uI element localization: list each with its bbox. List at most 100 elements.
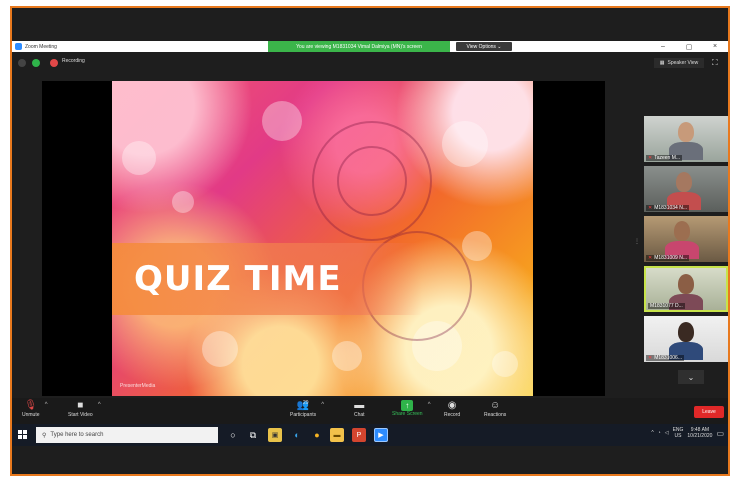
panel-resize-handle[interactable]: ⋮: [634, 238, 640, 248]
participants-button[interactable]: 👥 29 Participants ^: [290, 400, 324, 418]
reactions-button[interactable]: ☺ Reactions: [484, 400, 506, 418]
reactions-icon: ☺: [490, 400, 501, 411]
unmute-button[interactable]: 🎙 Unmute ^: [22, 400, 48, 418]
taskbar-search-box[interactable]: ⚲ Type here to search: [36, 427, 218, 443]
participant-name: M1831006...: [654, 355, 683, 361]
chrome-icon[interactable]: ●: [310, 428, 324, 442]
participant-name: Tazeen M...: [654, 155, 681, 161]
bokeh-circle: [442, 121, 488, 167]
participant-tile[interactable]: ✕ M1831006...: [644, 316, 728, 362]
meeting-info-icon[interactable]: [18, 59, 26, 67]
bokeh-circle: [122, 141, 156, 175]
screen-share-banner-text: You are viewing M1831034 Vimal Dalmiya (…: [296, 43, 422, 50]
window-title: Zoom Meeting: [25, 43, 57, 50]
chat-label: Chat: [354, 412, 365, 418]
view-options-button[interactable]: View Options ⌄: [456, 42, 512, 51]
maximize-button[interactable]: ▢: [678, 41, 700, 52]
slide-title: QUIZ TIME: [134, 259, 342, 299]
bokeh-circle: [492, 351, 518, 377]
grid-icon: ▦: [659, 60, 665, 66]
mic-muted-icon: 🎙: [24, 400, 38, 411]
participant-name-tag: ✕ M1831006...: [646, 355, 685, 361]
participant-head: [674, 221, 690, 241]
share-screen-icon: ↑: [401, 400, 414, 411]
windows-taskbar: ⚲ Type here to search ○ ⧉ ▣ ◐ ● ▬ P ▶ ^ …: [12, 424, 728, 446]
participant-name: M1831077 D...: [650, 303, 683, 309]
windows-start-icon[interactable]: [18, 430, 28, 440]
mic-muted-icon: ✕: [648, 355, 653, 361]
chevron-up-icon[interactable]: ^: [45, 402, 48, 408]
system-tray: ^ ◔ ◁ ENG US 9:48 AM 10/21/2020 ▭: [651, 427, 724, 439]
chevron-up-icon[interactable]: ^: [651, 430, 653, 436]
close-button[interactable]: ×: [704, 41, 726, 52]
share-screen-button[interactable]: ↑ Share Screen ^: [392, 400, 431, 417]
clock[interactable]: 9:48 AM 10/21/2020: [687, 427, 712, 439]
fullscreen-icon[interactable]: ⛶: [712, 58, 718, 68]
chevron-up-icon[interactable]: ^: [321, 402, 324, 408]
participant-name: M1831009 N...: [654, 255, 688, 261]
bottom-margin: [12, 446, 728, 474]
participant-head: [678, 274, 694, 294]
chevron-down-icon: ⌄: [687, 372, 695, 382]
speaker-view-button[interactable]: ▦ Speaker View: [654, 58, 704, 68]
powerpoint-icon[interactable]: P: [352, 428, 366, 442]
participant-name-tag: ✕ M1831009 N...: [646, 255, 690, 261]
cortana-icon[interactable]: ○: [226, 428, 240, 442]
start-video-button[interactable]: ■ Start Video ^: [68, 400, 101, 418]
chat-icon: ▬: [354, 400, 365, 411]
participant-name: M1831034 N...: [654, 205, 688, 211]
participant-tile[interactable]: ✕ M1831034 N...: [644, 166, 728, 212]
keyboard-region: US: [674, 433, 682, 439]
participant-tile-active-speaker[interactable]: M1831077 D...: [644, 266, 728, 312]
screenshot-frame: Zoom Meeting You are viewing M1831034 Vi…: [10, 6, 730, 476]
task-view-icon[interactable]: ⧉: [246, 428, 260, 442]
slide-credit: PresenterMedia: [120, 383, 156, 389]
clock-date: 10/21/2020: [687, 433, 713, 439]
record-icon: ◉: [447, 400, 457, 411]
search-icon: ⚲: [42, 432, 47, 439]
record-label: Record: [444, 412, 461, 418]
recording-label: Recording: [62, 58, 85, 64]
participant-head: [676, 172, 692, 192]
participants-count: 29: [303, 400, 309, 406]
start-video-label: Start Video: [68, 412, 93, 418]
paisley-swirl: [337, 146, 407, 216]
mic-muted-icon: ✕: [648, 255, 653, 261]
speaker-view-label: Speaker View: [667, 60, 699, 66]
network-icon[interactable]: ◔: [658, 430, 661, 436]
participant-tile[interactable]: ✕ Tazeen M...: [644, 116, 728, 162]
mic-muted-icon: ✕: [648, 155, 653, 161]
participant-tile[interactable]: ✕ M1831009 N...: [644, 216, 728, 262]
participant-name-tag: ✕ M1831034 N...: [646, 205, 690, 211]
meeting-top-bar: Recording ▦ Speaker View ⛶: [12, 54, 728, 72]
bokeh-circle: [462, 231, 492, 261]
shared-screen: QUIZ TIME PresenterMedia: [42, 81, 605, 396]
chevron-up-icon[interactable]: ^: [428, 402, 431, 408]
zoom-logo-icon: [15, 43, 22, 50]
edge-icon[interactable]: ◐: [290, 428, 304, 442]
language-indicator[interactable]: ENG US: [673, 427, 684, 439]
share-screen-label: Share Screen: [392, 411, 423, 417]
chat-button[interactable]: ▬ Chat: [354, 400, 365, 418]
participant-head: [678, 322, 694, 342]
participant-name-tag: ✕ Tazeen M...: [646, 155, 683, 161]
scroll-down-button[interactable]: ⌄: [678, 370, 704, 384]
video-camera-icon: ■: [77, 400, 84, 411]
notifications-icon[interactable]: ▭: [716, 429, 724, 438]
participants-label: Participants: [290, 412, 317, 418]
search-placeholder: Type here to search: [50, 432, 104, 438]
encryption-shield-icon[interactable]: [32, 59, 40, 67]
participant-name-tag: M1831077 D...: [648, 303, 685, 309]
store-icon[interactable]: ▣: [268, 428, 282, 442]
minimize-button[interactable]: –: [652, 41, 674, 52]
zoom-taskbar-icon[interactable]: ▶: [374, 428, 388, 442]
volume-icon[interactable]: ◁: [665, 430, 669, 436]
file-explorer-icon[interactable]: ▬: [330, 428, 344, 442]
view-options-label: View Options: [466, 43, 496, 50]
bokeh-circle: [202, 331, 238, 367]
leave-button[interactable]: Leave: [694, 406, 724, 418]
chevron-up-icon[interactable]: ^: [98, 402, 101, 408]
record-button[interactable]: ◉ Record: [444, 400, 460, 418]
bokeh-circle: [172, 191, 194, 213]
presentation-slide: QUIZ TIME PresenterMedia: [112, 81, 533, 396]
